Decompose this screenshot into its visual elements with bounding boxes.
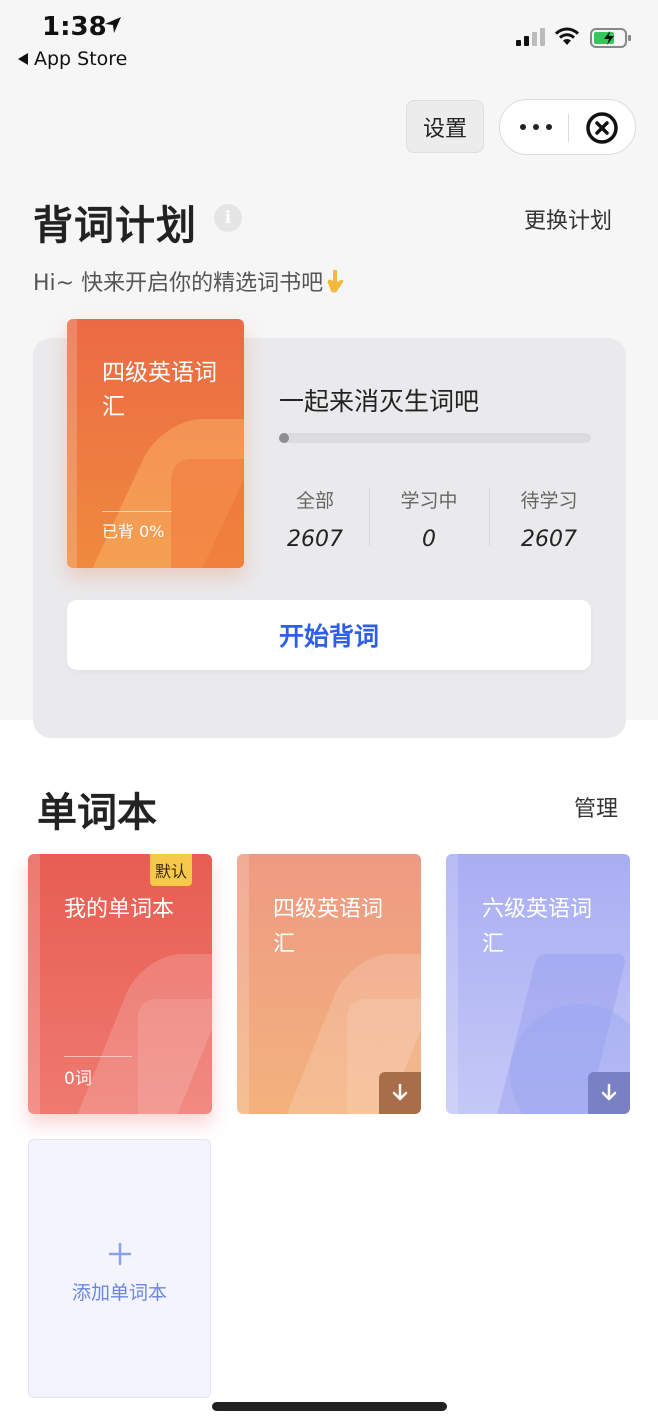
close-icon[interactable] bbox=[585, 111, 619, 145]
location-arrow-icon bbox=[105, 17, 121, 33]
wordbook-my-words[interactable]: 默认 我的单词本 0词 bbox=[28, 854, 212, 1114]
stat-label: 学习中 bbox=[400, 490, 458, 512]
battery-charging-icon bbox=[590, 28, 631, 48]
back-to-app-store[interactable]: App Store bbox=[18, 48, 127, 70]
wordbooks-title: 单词本 bbox=[37, 790, 157, 836]
wifi-icon bbox=[555, 27, 579, 45]
plan-progress-bar bbox=[279, 433, 591, 443]
download-arrow-icon bbox=[392, 1083, 408, 1101]
download-arrow-icon bbox=[601, 1083, 617, 1101]
pointing-down-hand-icon bbox=[327, 270, 344, 293]
capsule-divider bbox=[568, 114, 569, 142]
download-button[interactable] bbox=[588, 1072, 630, 1114]
info-icon[interactable]: i bbox=[214, 204, 242, 232]
plan-book-divider bbox=[102, 511, 172, 512]
download-button[interactable] bbox=[379, 1072, 421, 1114]
add-wordbook-label: 添加单词本 bbox=[71, 1282, 167, 1304]
more-icon[interactable] bbox=[520, 113, 552, 141]
stat-value: 2607 bbox=[287, 527, 343, 552]
plan-card-heading: 一起来消灭生词吧 bbox=[279, 387, 480, 416]
plus-icon bbox=[108, 1242, 132, 1266]
wordbook-count: 0词 bbox=[64, 1069, 92, 1089]
back-triangle-icon bbox=[18, 53, 28, 65]
status-time: 1:38 bbox=[42, 12, 107, 42]
wordbook-name: 六级英语词汇 bbox=[482, 897, 593, 957]
stat-label: 全部 bbox=[295, 490, 334, 512]
stat-value: 2607 bbox=[521, 527, 577, 552]
default-badge: 默认 bbox=[150, 854, 192, 886]
plan-book-title: 四级英语词汇 bbox=[102, 360, 217, 420]
stat-label: 待学习 bbox=[520, 490, 578, 512]
plan-title: 背词计划 bbox=[33, 203, 197, 249]
manage-link[interactable]: 管理 bbox=[574, 791, 618, 823]
plan-progress-fill bbox=[279, 433, 289, 443]
mini-program-capsule bbox=[499, 99, 636, 155]
plan-book-progress: 已背 0% bbox=[102, 522, 165, 541]
wordbook-name: 我的单词本 bbox=[64, 897, 175, 922]
wordbook-name: 四级英语词汇 bbox=[273, 897, 384, 957]
stat-learning: 学习中 0 bbox=[369, 486, 489, 552]
change-plan-link[interactable]: 更换计划 bbox=[524, 203, 612, 235]
wordbook-cet6[interactable]: 六级英语词汇 bbox=[446, 854, 630, 1114]
wordbook-divider bbox=[64, 1056, 132, 1057]
back-label: App Store bbox=[34, 48, 128, 70]
wordbook-cet4[interactable]: 四级英语词汇 bbox=[237, 854, 421, 1114]
settings-button[interactable]: 设置 bbox=[406, 100, 484, 153]
add-wordbook-button[interactable]: 添加单词本 bbox=[28, 1139, 211, 1398]
home-indicator bbox=[212, 1402, 447, 1411]
cellular-signal-icon bbox=[516, 28, 545, 46]
greeting: Hi~ 快来开启你的精选词书吧 bbox=[33, 265, 347, 297]
start-memorizing-button[interactable]: 开始背词 bbox=[67, 600, 591, 670]
greeting-text: Hi~ 快来开启你的精选词书吧 bbox=[33, 271, 324, 296]
stat-total: 全部 2607 bbox=[255, 486, 375, 552]
stat-value: 0 bbox=[422, 527, 436, 552]
stat-to-learn: 待学习 2607 bbox=[489, 486, 609, 552]
